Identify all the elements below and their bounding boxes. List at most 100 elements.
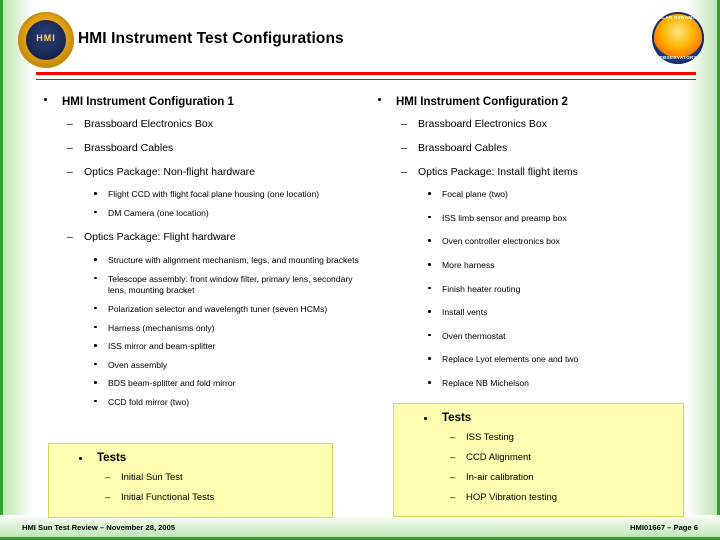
sub-list-item-label: Structure with alignment mechanism, legs… [108, 255, 359, 266]
sub-list-item-label: Flight CCD with flight focal plane housi… [108, 189, 320, 200]
bullet-icon [94, 399, 97, 403]
list-item-label: Optics Package: Install flight items [418, 165, 578, 178]
sub-list-item: More harness [368, 260, 688, 272]
tests-item: – CCD Alignment [394, 452, 683, 464]
slide-frame-left [0, 0, 33, 540]
tests-heading-right-label: Tests [442, 412, 472, 424]
sub-list-item: Replace Lyot elements one and two [368, 354, 688, 366]
tests-heading-left-label: Tests [97, 452, 127, 464]
sub-list-item: ISS mirror and beam-splitter [34, 341, 364, 353]
config1-heading: HMI Instrument Configuration 1 [34, 95, 364, 109]
sub-list-item-label: Polarization selector and wavelength tun… [108, 303, 328, 314]
list-item-label: Brassboard Cables [418, 142, 508, 155]
sub-list-item-label: Finish heater routing [442, 283, 521, 294]
list-item: – Brassboard Cables [368, 142, 688, 156]
bullet-icon [428, 239, 431, 242]
list-item-label: Brassboard Cables [84, 142, 174, 155]
tests-item-label: HOP Vibration testing [466, 491, 558, 503]
tests-item-label: In-air calibration [466, 471, 534, 483]
bullet-icon [94, 276, 97, 280]
sub-list-item: Replace NB Michelson [368, 378, 688, 390]
sub-list-item-label: Oven assembly [108, 359, 168, 370]
tests-item: – In-air calibration [394, 472, 683, 484]
hmi-logo-icon: HMI [18, 12, 74, 68]
sub-list-item-label: Oven thermostat [442, 330, 506, 341]
sub-list-item: Focal plane (two) [368, 189, 688, 201]
sub-list-item: Oven assembly [34, 360, 364, 372]
list-item-label: Optics Package: Non-flight hardware [84, 165, 255, 178]
config1-heading-label: HMI Instrument Configuration 1 [62, 96, 234, 108]
bullet-icon [94, 210, 97, 214]
sub-list-item: Harness (mechanisms only) [34, 323, 364, 335]
sub-list-item-label: Telescope assembly: front window filter,… [108, 273, 353, 296]
list-item: – Optics Package: Non-flight hardware [34, 166, 364, 180]
bullet-icon [428, 381, 431, 384]
sub-list-item-label: Replace Lyot elements one and two [442, 354, 579, 365]
tests-item-label: CCD Alignment [466, 451, 531, 463]
title-rule-thin [36, 79, 696, 80]
bullet-icon [94, 306, 97, 310]
bullet-icon [428, 192, 431, 195]
sub-list-item: Oven controller electronics box [368, 236, 688, 248]
bullet-icon [428, 215, 431, 219]
list-item-label: Optics Package: Flight hardware [84, 231, 236, 244]
list-item-label: Brassboard Electronics Box [84, 118, 213, 131]
sub-list-item-label: Replace NB Michelson [442, 378, 529, 389]
config2-heading: HMI Instrument Configuration 2 [368, 95, 688, 109]
config2-heading-label: HMI Instrument Configuration 2 [396, 96, 568, 108]
bullet-icon [94, 362, 97, 366]
list-item: – Brassboard Electronics Box [34, 118, 364, 132]
bullet-icon [79, 457, 82, 460]
tests-heading-right: Tests [394, 404, 683, 424]
dash-icon: – [105, 491, 111, 503]
dash-icon: – [401, 142, 407, 155]
dash-icon: – [67, 231, 73, 244]
bullet-icon [94, 344, 97, 347]
sub-list-item-label: ISS mirror and beam-splitter [108, 341, 216, 352]
dash-icon: – [450, 491, 456, 503]
tests-box-left: Tests – Initial Sun Test – Initial Funct… [48, 443, 333, 518]
dash-icon: – [401, 118, 407, 131]
slide-frame-right [687, 0, 720, 540]
tests-item: – HOP Vibration testing [394, 492, 683, 504]
bullet-icon [94, 381, 97, 384]
tests-item-label: Initial Functional Tests [121, 491, 215, 503]
bullet-icon [428, 263, 431, 266]
bullet-icon [428, 310, 431, 313]
sub-list-item-label: CCD fold mirror (two) [108, 396, 190, 407]
list-item: – Brassboard Cables [34, 142, 364, 156]
sub-list-item-label: More harness [442, 260, 495, 271]
bullet-icon [428, 286, 431, 290]
sdo-logo-top-label: SOLAR DYNAMICS [654, 15, 702, 20]
sub-list-item: CCD fold mirror (two) [34, 397, 364, 409]
sub-list-item: DM Camera (one location) [34, 208, 364, 220]
tests-item: – ISS Testing [394, 432, 683, 444]
list-item: – Optics Package: Flight hardware [34, 231, 364, 245]
tests-item: – Initial Functional Tests [49, 492, 332, 504]
tests-box-right: Tests – ISS Testing – CCD Alignment – In… [393, 403, 684, 517]
sub-list-item: ISS limb sensor and preamp box [368, 213, 688, 225]
hmi-logo-label: HMI [36, 33, 56, 43]
bullet-icon [94, 192, 97, 195]
dash-icon: – [67, 165, 73, 178]
bullet-icon [424, 417, 427, 420]
bullet-icon [428, 333, 431, 337]
bullet-icon [94, 258, 97, 261]
sub-list-item: Telescope assembly: front window filter,… [34, 274, 364, 297]
bullet-icon [428, 357, 431, 360]
dash-icon: – [67, 118, 73, 131]
sub-list-item: Finish heater routing [368, 284, 688, 296]
dash-icon: – [450, 471, 456, 483]
title-rule [36, 72, 696, 75]
dash-icon: – [67, 142, 73, 155]
sub-list-item-label: ISS limb sensor and preamp box [442, 212, 567, 223]
dash-icon: – [105, 472, 111, 483]
list-item-label: Brassboard Electronics Box [418, 118, 547, 131]
sub-list-item-label: Focal plane (two) [442, 189, 508, 200]
sub-list-item: Polarization selector and wavelength tun… [34, 304, 364, 316]
bullet-icon [378, 98, 381, 101]
sub-list-item-label: Harness (mechanisms only) [108, 322, 215, 333]
footer-right: HMI01667 – Page 6 [630, 523, 698, 532]
bullet-icon [94, 325, 97, 328]
slide: HMI SOLAR DYNAMICS OBSERVATORY HMI Instr… [0, 0, 720, 540]
